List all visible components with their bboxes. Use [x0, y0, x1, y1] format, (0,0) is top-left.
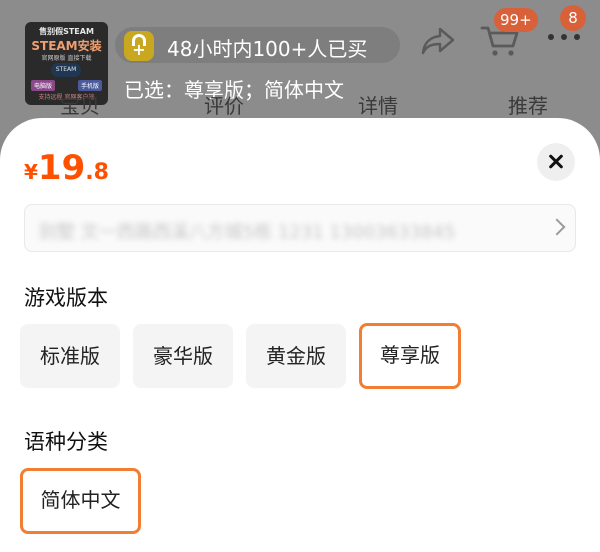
language-section-title: 语种分类	[24, 430, 108, 454]
more-icon[interactable]	[546, 34, 582, 44]
sales-hint-text: 48小时内100+人已买	[167, 37, 368, 61]
share-icon[interactable]	[420, 26, 456, 56]
tab-recommend: 推荐	[508, 94, 548, 118]
message-count-badge: 8	[560, 5, 586, 31]
lock-plus-icon: +	[124, 31, 154, 61]
thumb-line1: 售别假STEAM	[39, 27, 94, 36]
version-section-title: 游戏版本	[24, 286, 108, 310]
tab-details: 详情	[358, 94, 398, 118]
price-currency: ¥	[24, 160, 38, 184]
price-decimal: .8	[85, 160, 109, 185]
shipping-address-row[interactable]: 别墅 文一西路西溪八方城5栋 1231 13003633845	[24, 204, 576, 252]
version-option-premium[interactable]: 尊享版	[359, 323, 461, 389]
tab-baby: 宝贝	[60, 94, 100, 118]
price-integer: 19	[37, 148, 86, 188]
version-option-gold[interactable]: 黄金版	[246, 324, 346, 388]
thumb-line3: 官网原版 直接下载	[41, 55, 92, 62]
cart-count-badge: 99+	[494, 8, 538, 32]
dimmed-page-tabs: 宝贝 评价 详情 推荐	[0, 90, 600, 120]
sku-selection-sheet: ¥19.8 别墅 文一西路西溪八方城5栋 1231 13003633845 游戏…	[0, 118, 600, 552]
version-option-standard[interactable]: 标准版	[20, 324, 120, 388]
chevron-right-icon	[548, 218, 566, 236]
price: ¥19.8	[24, 148, 109, 188]
thumb-line2: STEAM安装	[31, 39, 102, 53]
language-option-simplified-chinese[interactable]: 简体中文	[20, 468, 141, 534]
close-button[interactable]	[537, 143, 575, 181]
tab-reviews: 评价	[204, 94, 244, 118]
version-option-deluxe[interactable]: 豪华版	[133, 324, 233, 388]
steam-logo: STEAM	[51, 63, 81, 77]
address-text: 别墅 文一西路西溪八方城5栋 1231 13003633845	[39, 222, 456, 243]
